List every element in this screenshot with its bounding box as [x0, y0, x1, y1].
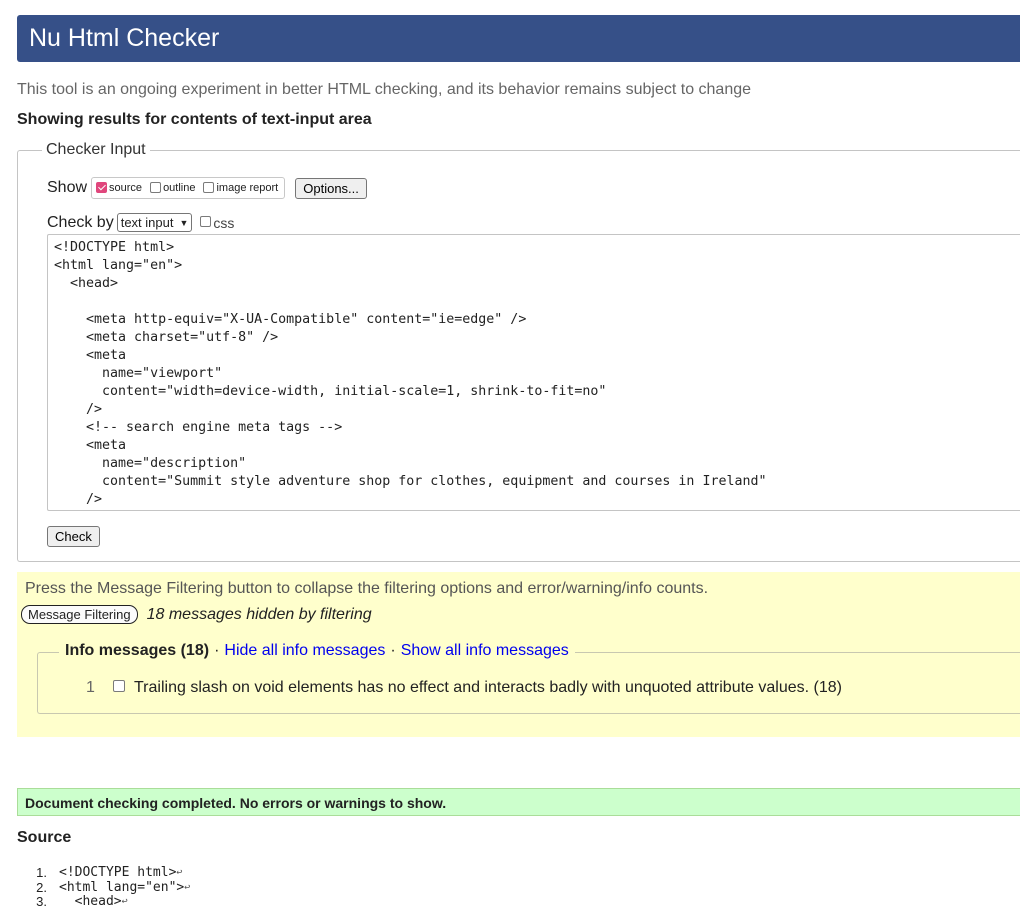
hidden-messages-count: 18 messages hidden by filtering	[146, 605, 372, 623]
check-button[interactable]: Check	[47, 526, 100, 547]
source-line-text: <head>	[59, 894, 122, 909]
return-icon: ↩	[184, 881, 191, 893]
return-icon: ↩	[176, 867, 183, 878]
source-line-text: <html lang="en">	[59, 879, 185, 895]
checker-input-fieldset: Checker Input Show source outline image …	[17, 141, 1020, 562]
show-label: Show	[47, 179, 88, 196]
info-message-number: 1	[86, 679, 95, 696]
checker-page: Nu Html Checker This tool is an ongoing …	[0, 0, 1020, 912]
show-options-group: source outline image report	[91, 177, 286, 199]
show-outline-option[interactable]: outline	[150, 181, 196, 194]
return-icon: ↩	[121, 896, 128, 907]
legend-separator: ·	[214, 642, 220, 659]
show-source-option[interactable]: source	[96, 181, 143, 194]
info-messages-fieldset: Info messages (18) · Hide all info messa…	[37, 642, 1020, 714]
check-by-value: text input	[120, 215, 174, 230]
image-report-checkbox[interactable]	[203, 181, 215, 193]
show-image-report-option[interactable]: image report	[203, 181, 279, 194]
source-line-number: 3.	[36, 894, 47, 909]
checker-input-legend: Checker Input	[42, 141, 150, 159]
results-heading: Showing results for contents of text-inp…	[17, 111, 372, 128]
info-message-text: Trailing slash on void elements has no e…	[134, 679, 842, 696]
show-all-info-link[interactable]: Show all info messages	[401, 642, 569, 660]
source-line: 2. <html lang="en"> ↩	[17, 879, 191, 896]
info-messages-label: Info messages (18)	[65, 642, 210, 659]
app-title: Nu Html Checker	[29, 24, 220, 52]
source-line-number: 2.	[36, 879, 47, 895]
css-option[interactable]: css	[200, 215, 234, 231]
source-heading: Source	[17, 829, 72, 846]
hide-all-info-link[interactable]: Hide all info messages	[224, 642, 385, 660]
message-filtering-button[interactable]: Message Filtering	[21, 605, 138, 624]
source-line: 1. <!DOCTYPE html> ↩	[17, 865, 190, 881]
check-by-select[interactable]: text input ▼	[116, 213, 193, 232]
source-checkbox[interactable]	[96, 181, 108, 193]
info-messages-legend: Info messages (18) · Hide all info messa…	[59, 642, 575, 660]
filtering-row: Message Filtering 18 messages hidden by …	[21, 605, 372, 624]
filtering-note: Press the Message Filtering button to co…	[25, 580, 709, 597]
success-message: Document checking completed. No errors o…	[25, 795, 447, 811]
info-message-item: 1 Trailing slash on void elements has no…	[86, 679, 842, 697]
chevron-down-icon: ▼	[179, 217, 189, 228]
check-by-row: Check by text input ▼ css	[47, 213, 234, 232]
show-row: Show source outline image report Options…	[47, 177, 367, 199]
outline-checkbox[interactable]	[150, 181, 162, 193]
source-textarea-content: <!DOCTYPE html> <html lang="en"> <head> …	[54, 240, 767, 507]
tool-description: This tool is an ongoing experiment in be…	[17, 81, 752, 98]
message-filtering-panel: Press the Message Filtering button to co…	[17, 572, 1020, 737]
legend-separator: ·	[390, 642, 396, 659]
outline-option-label: outline	[163, 182, 196, 194]
header-bar: Nu Html Checker	[17, 15, 1020, 62]
info-message-checkbox[interactable]	[113, 680, 125, 692]
source-textarea[interactable]: <!DOCTYPE html> <html lang="en"> <head> …	[47, 234, 1020, 511]
source-line-number: 1.	[36, 865, 47, 880]
css-option-label: css	[213, 214, 235, 231]
check-by-label: Check by	[47, 213, 114, 231]
source-option-label: source	[109, 182, 143, 194]
options-button[interactable]: Options...	[295, 177, 367, 199]
success-message-bar: Document checking completed. No errors o…	[17, 788, 1020, 816]
source-listing: 1. <!DOCTYPE html> ↩ 2. <html lang="en">…	[17, 865, 191, 910]
image-report-option-label: image report	[216, 182, 279, 194]
css-checkbox[interactable]	[200, 216, 212, 227]
source-line: 3. <head> ↩	[17, 894, 190, 910]
source-line-text: <!DOCTYPE html>	[59, 865, 177, 880]
